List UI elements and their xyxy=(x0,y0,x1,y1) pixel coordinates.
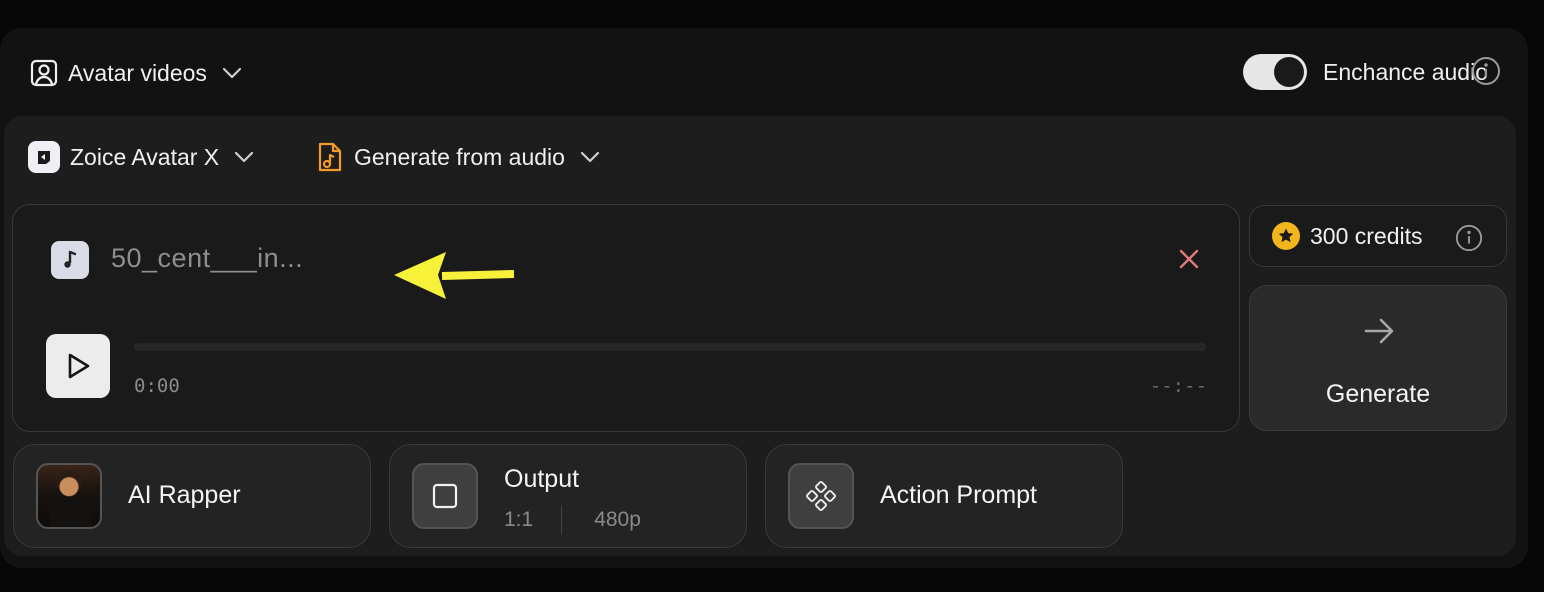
time-current: 0:00 xyxy=(134,375,180,397)
arrow-right-icon xyxy=(1362,316,1396,351)
music-file-icon xyxy=(316,141,344,173)
generate-button[interactable]: Generate xyxy=(1249,285,1507,431)
avatar-image xyxy=(38,465,100,527)
source-selector[interactable]: Generate from audio xyxy=(316,140,601,174)
action-diamonds-icon xyxy=(788,463,854,529)
time-total: --:-- xyxy=(1149,375,1207,397)
avatar-thumbnail xyxy=(36,463,102,529)
zoice-logo-icon xyxy=(28,141,60,173)
enhance-audio-control: Enchance audio xyxy=(1243,54,1488,90)
action-prompt-chip[interactable]: Action Prompt xyxy=(765,444,1123,548)
output-chip[interactable]: Output 1:1 480p xyxy=(389,444,747,548)
toggle-knob xyxy=(1274,57,1305,87)
audio-upload-card: 50_cent___in... 0:00 --:-- xyxy=(12,204,1240,432)
audio-filename: 50_cent___in... xyxy=(111,243,304,273)
chevron-down-icon xyxy=(221,66,243,80)
mode-selector[interactable]: Avatar videos xyxy=(30,58,243,88)
output-chip-label: Output xyxy=(504,465,580,493)
enhance-audio-toggle[interactable] xyxy=(1243,54,1308,90)
output-resolution: 480p xyxy=(594,508,641,531)
chevron-down-icon xyxy=(233,150,255,164)
annotation-arrow-icon xyxy=(392,250,520,307)
info-icon[interactable] xyxy=(1454,223,1484,258)
avatar-chip-label: AI Rapper xyxy=(128,481,241,509)
source-label: Generate from audio xyxy=(354,143,565,170)
play-button[interactable] xyxy=(46,334,110,398)
aspect-ratio-square-icon xyxy=(412,463,478,529)
mode-label: Avatar videos xyxy=(68,59,207,86)
enhance-audio-label: Enchance audio xyxy=(1323,58,1488,85)
chevron-down-icon xyxy=(579,150,601,164)
output-settings: 1:1 480p xyxy=(504,505,641,535)
output-ratio: 1:1 xyxy=(504,508,534,531)
action-prompt-label: Action Prompt xyxy=(880,481,1038,509)
generate-label: Generate xyxy=(1325,380,1431,408)
avatar-chip[interactable]: AI Rapper xyxy=(13,444,371,548)
music-note-icon xyxy=(51,241,89,279)
credits-amount: 300 credits xyxy=(1310,222,1423,249)
credits-display: 300 credits xyxy=(1249,205,1507,267)
audio-progress-track[interactable] xyxy=(134,343,1206,351)
remove-audio-close-icon[interactable] xyxy=(1177,247,1201,276)
divider xyxy=(561,505,563,535)
user-portrait-icon xyxy=(30,59,58,87)
model-label: Zoice Avatar X xyxy=(70,143,220,170)
info-icon[interactable] xyxy=(1470,55,1502,92)
model-selector[interactable]: Zoice Avatar X xyxy=(28,140,255,174)
star-coin-icon xyxy=(1272,222,1300,250)
